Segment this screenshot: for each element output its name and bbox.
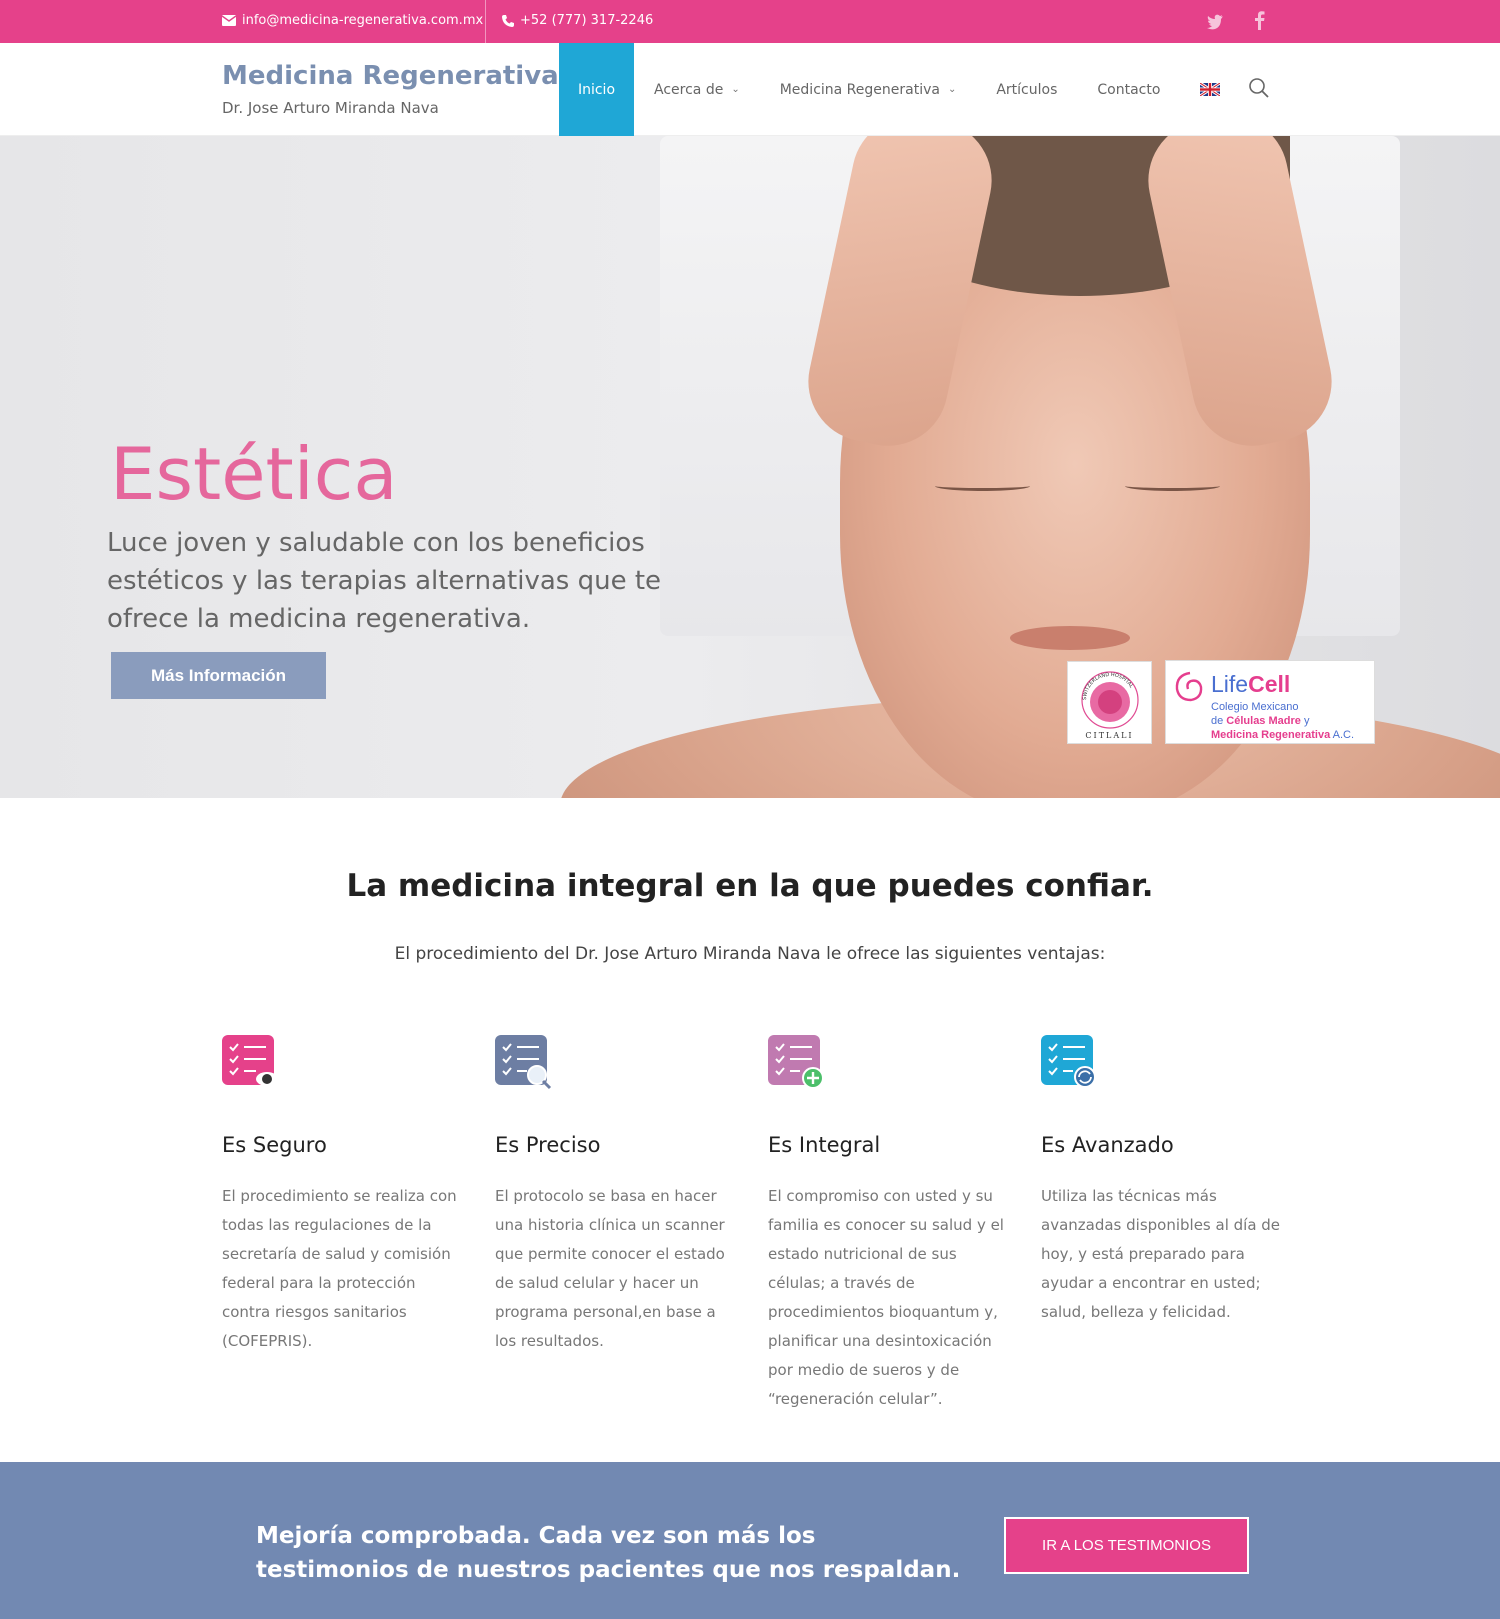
email-link[interactable]: info@medicina-regenerativa.com.mx <box>222 13 483 28</box>
search-icon[interactable] <box>1248 77 1270 99</box>
feature-text: El compromiso con usted y su familia es … <box>768 1187 1004 1408</box>
testimonials-button[interactable]: IR A LOS TESTIMONIOS <box>1004 1517 1249 1574</box>
feature-es-avanzado: Es Avanzado Utiliza las técnicas más ava… <box>1041 1033 1281 1327</box>
lifecell-line-2: de Células Madre y <box>1211 715 1309 728</box>
checklist-refresh-icon <box>1041 1033 1097 1089</box>
feature-title: Es Integral <box>768 1133 881 1157</box>
section-subtitle: El procedimiento del Dr. Jose Arturo Mir… <box>394 944 1106 964</box>
checklist-magnifier-icon <box>495 1033 552 1090</box>
nav-label: Contacto <box>1097 81 1161 98</box>
phone-icon <box>502 14 514 27</box>
lifecell-line-3: Medicina Regenerativa A.C. <box>1211 729 1354 742</box>
site-header: Medicina Regenerativa Dr. Jose Arturo Mi… <box>0 43 1500 136</box>
nav-item-inicio[interactable]: Inicio <box>559 43 634 136</box>
feature-title: Es Preciso <box>495 1133 601 1157</box>
hero-slider: Estética Luce joven y saludable con los … <box>0 136 1500 798</box>
testimonials-band: Mejoría comprobada. Cada vez son más los… <box>0 1462 1500 1619</box>
site-title[interactable]: Medicina Regenerativa <box>222 61 559 91</box>
feature-title: Es Avanzado <box>1041 1133 1174 1157</box>
more-info-button[interactable]: Más Información <box>111 652 326 699</box>
lifecell-line-3a: Medicina Regenerativa <box>1211 729 1331 741</box>
nav-item-medicina-regenerativa[interactable]: Medicina Regenerativa ⌄ <box>760 43 977 136</box>
facebook-icon[interactable] <box>1252 10 1266 30</box>
nav-label: Artículos <box>996 81 1058 98</box>
lifecell-line-3b: A.C. <box>1330 729 1355 741</box>
phone-link[interactable]: +52 (777) 317-2246 <box>502 13 653 28</box>
citlali-logo[interactable]: SWITZERLAND HOSPITAL CITLALI <box>1067 661 1152 744</box>
main-nav: Inicio Acerca de ⌄ Medicina Regenerativa ⌄… <box>559 43 1240 136</box>
top-bar: info@medicina-regenerativa.com.mx +52 (7… <box>0 0 1500 43</box>
lifecell-line-2a: de <box>1211 715 1227 727</box>
citlali-text: CITLALI <box>1085 731 1134 740</box>
feature-es-integral: Es Integral El compromiso con usted y su… <box>768 1033 1008 1414</box>
chevron-down-icon: ⌄ <box>947 84 957 95</box>
feature-text: Utiliza las técnicas más avanzadas dispo… <box>1041 1187 1281 1321</box>
feature-title: Es Seguro <box>222 1133 327 1157</box>
site-subtitle: Dr. Jose Arturo Miranda Nava <box>222 99 439 117</box>
nav-item-articulos[interactable]: Artículos <box>976 43 1077 136</box>
hero-text: Luce joven y saludable con los beneficio… <box>107 528 662 634</box>
feature-text: El protocolo se basa en hacer una histor… <box>495 1187 725 1350</box>
checklist-plus-icon <box>768 1033 824 1089</box>
lifecell-brand-cell: Cell <box>1248 671 1291 697</box>
nav-label: Medicina Regenerativa <box>779 81 940 98</box>
email-text: info@medicina-regenerativa.com.mx <box>242 13 484 28</box>
hero-title: Estética <box>110 432 398 516</box>
lifecell-logo[interactable]: LifeCell Colegio Mexicano de Células Mad… <box>1165 660 1375 744</box>
testimonials-text: Mejoría comprobada. Cada vez son más los… <box>256 1523 961 1583</box>
nav-item-acerca-de[interactable]: Acerca de ⌄ <box>634 43 760 136</box>
nav-label: Acerca de <box>654 81 724 98</box>
feature-es-seguro: Es Seguro El procedimiento se realiza co… <box>222 1033 462 1356</box>
lifecell-line-2b: Células Madre <box>1226 715 1301 727</box>
feature-es-preciso: Es Preciso El protocolo se basa en hacer… <box>495 1033 735 1356</box>
envelope-icon <box>222 15 236 26</box>
section-title: La medicina integral en la que puedes co… <box>346 868 1154 904</box>
uk-flag-icon <box>1200 83 1221 96</box>
language-switch[interactable] <box>1180 43 1240 136</box>
citlali-seal-icon: SWITZERLAND HOSPITAL <box>1081 671 1139 729</box>
chevron-down-icon: ⌄ <box>731 84 740 95</box>
lifecell-line-2c: y <box>1300 715 1310 727</box>
checklist-eye-icon <box>222 1033 278 1089</box>
topbar-divider <box>485 0 486 43</box>
phone-text: +52 (777) 317-2246 <box>520 13 654 28</box>
lifecell-brand-life: Life <box>1211 671 1249 697</box>
lifecell-line-1: Colegio Mexicano <box>1211 701 1299 713</box>
feature-text: El procedimiento se realiza con todas la… <box>222 1187 457 1350</box>
nav-label: Inicio <box>577 81 616 98</box>
nav-item-contacto[interactable]: Contacto <box>1077 43 1180 136</box>
lifecell-swirl-icon <box>1175 671 1203 702</box>
twitter-icon[interactable] <box>1205 11 1225 31</box>
lifecell-brand: LifeCell <box>1211 671 1290 698</box>
